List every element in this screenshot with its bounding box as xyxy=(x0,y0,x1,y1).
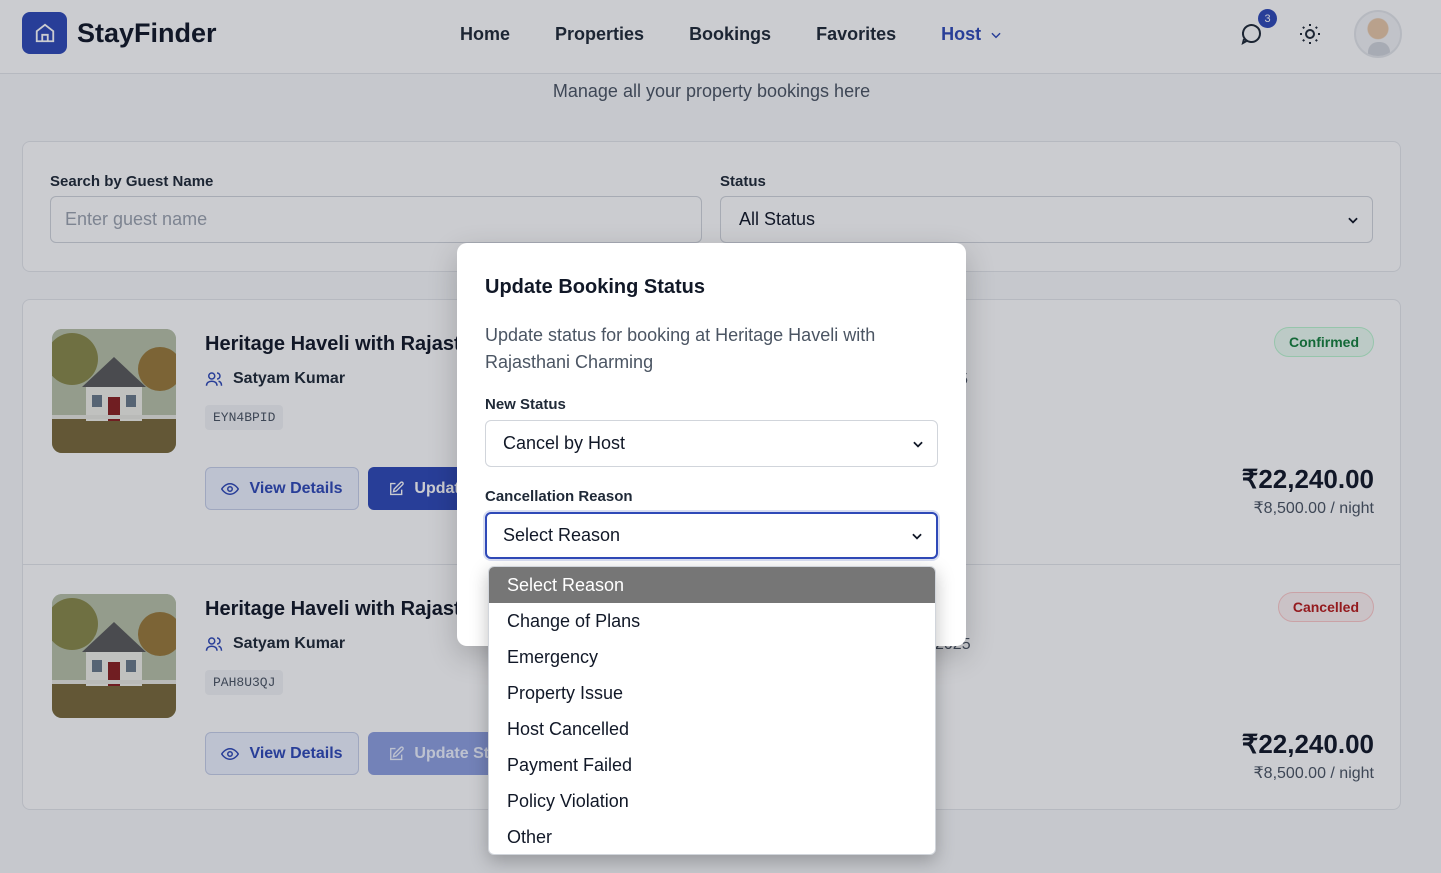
reason-option-payment-failed[interactable]: Payment Failed xyxy=(489,747,935,783)
reason-option-emergency[interactable]: Emergency xyxy=(489,639,935,675)
cancellation-reason-label: Cancellation Reason xyxy=(485,488,633,505)
cancellation-reason-value: Select Reason xyxy=(503,525,621,545)
chevron-down-icon xyxy=(912,533,922,540)
cancellation-reason-select[interactable]: Select Reason xyxy=(485,512,938,559)
reason-option-host-cancelled[interactable]: Host Cancelled xyxy=(489,711,935,747)
new-status-label: New Status xyxy=(485,396,566,413)
reason-option-other[interactable]: Other xyxy=(489,819,935,854)
reason-option-property-issue[interactable]: Property Issue xyxy=(489,675,935,711)
new-status-value: Cancel by Host xyxy=(503,433,626,453)
reason-option-select-reason[interactable]: Select Reason xyxy=(489,567,935,603)
reason-option-change-of-plans[interactable]: Change of Plans xyxy=(489,603,935,639)
reason-option-policy-violation[interactable]: Policy Violation xyxy=(489,783,935,819)
chevron-down-icon xyxy=(913,441,923,448)
cancellation-reason-options: Select Reason Change of Plans Emergency … xyxy=(488,566,936,855)
modal-description: Update status for booking at Heritage Ha… xyxy=(485,325,876,372)
modal-title: Update Booking Status xyxy=(485,276,706,298)
new-status-select[interactable]: Cancel by Host xyxy=(485,420,938,467)
